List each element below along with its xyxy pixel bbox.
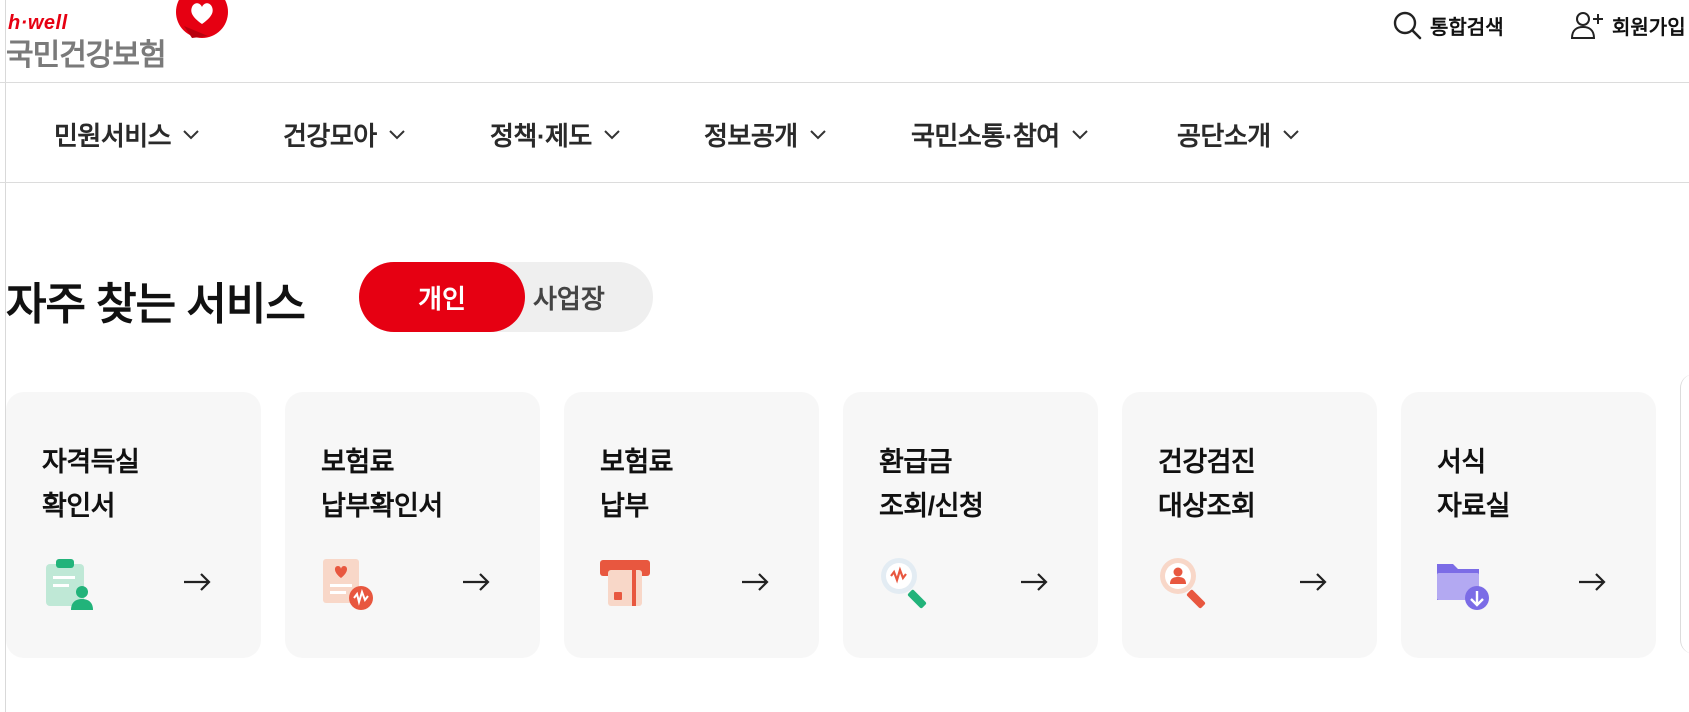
service-card-premium-payment[interactable]: 보험료 납부	[564, 392, 819, 658]
main-navigation: 민원서비스 건강모아 정책·제도 정보공개 국민소통·참여 공단소개	[0, 83, 1689, 183]
card-payment-icon	[600, 560, 650, 606]
service-card-refund[interactable]: 환급금 조회/신청	[843, 392, 1098, 658]
integrated-search-button[interactable]: 통합검색	[1392, 8, 1504, 42]
toggle-individual[interactable]: 개인	[359, 262, 525, 332]
arrow-right-icon	[463, 573, 490, 591]
chevron-down-icon	[1071, 129, 1088, 139]
nav-item-health-moa[interactable]: 건강모아	[283, 116, 405, 153]
nav-label: 민원서비스	[54, 121, 172, 151]
chevron-down-icon	[604, 129, 620, 139]
chevron-down-icon	[809, 129, 826, 139]
arrow-right-icon	[1021, 573, 1048, 591]
search-icon	[1393, 11, 1422, 40]
heart-logo-icon	[176, 0, 228, 38]
clipboard-user-icon	[46, 559, 93, 610]
receipt-icon	[323, 559, 373, 610]
card-title: 자격득실 확인서	[42, 447, 140, 521]
next-card-edge	[1680, 374, 1689, 654]
card-title: 보험료 납부	[600, 447, 674, 521]
arrow-right-icon	[742, 573, 769, 591]
chevron-down-icon	[388, 129, 405, 139]
frequent-services-list: 자격득실 확인서 보험료 납부확인서 보험료 납부 환급금 조회/신청 건강검진…	[6, 392, 1689, 658]
service-card-premium-certificate[interactable]: 보험료 납부확인서	[285, 392, 540, 658]
nav-label: 건강모아	[283, 121, 377, 151]
nav-label: 정보공개	[704, 121, 798, 151]
card-title: 서식 자료실	[1437, 447, 1511, 521]
nav-item-communication[interactable]: 국민소통·참여	[911, 116, 1088, 153]
magnifier-won-icon	[881, 558, 927, 609]
arrow-right-icon	[184, 573, 211, 591]
site-header: h·well 국민건강보험 통합검색 회원가입	[0, 0, 1689, 83]
nav-item-policy[interactable]: 정책·제도	[490, 116, 620, 153]
nav-label: 공단소개	[1177, 121, 1271, 151]
card-title: 보험료 납부확인서	[321, 447, 443, 521]
nav-item-information-disclosure[interactable]: 정보공개	[704, 116, 826, 153]
magnifier-person-icon	[1160, 558, 1206, 609]
nav-item-civil-service[interactable]: 민원서비스	[54, 116, 199, 153]
toggle-business[interactable]: 사업장	[525, 262, 653, 332]
arrow-right-icon	[1579, 573, 1606, 591]
service-type-toggle: 개인 사업장	[359, 262, 653, 332]
service-card-health-checkup[interactable]: 건강검진 대상조회	[1122, 392, 1377, 658]
folder-download-icon	[1437, 564, 1489, 610]
user-add-icon	[1570, 12, 1603, 39]
nav-item-about[interactable]: 공단소개	[1177, 116, 1299, 153]
nav-label: 국민소통·참여	[911, 121, 1060, 151]
chevron-down-icon	[183, 129, 199, 139]
service-card-qualification[interactable]: 자격득실 확인서	[6, 392, 261, 658]
search-label: 통합검색	[1430, 16, 1504, 39]
join-label: 회원가입	[1612, 16, 1686, 39]
card-title: 건강검진 대상조회	[1158, 447, 1256, 521]
service-card-forms-library[interactable]: 서식 자료실	[1401, 392, 1656, 658]
arrow-right-icon	[1300, 573, 1327, 591]
nav-label: 정책·제도	[490, 121, 592, 151]
card-title: 환급금 조회/신청	[879, 447, 984, 521]
chevron-down-icon	[1282, 129, 1299, 139]
join-member-button[interactable]: 회원가입	[1570, 8, 1686, 42]
section-title: 자주 찾는 서비스	[6, 280, 306, 329]
site-logo[interactable]: h·well 국민건강보험	[6, 0, 228, 72]
logo-org-name: 국민건강보험	[6, 39, 167, 72]
